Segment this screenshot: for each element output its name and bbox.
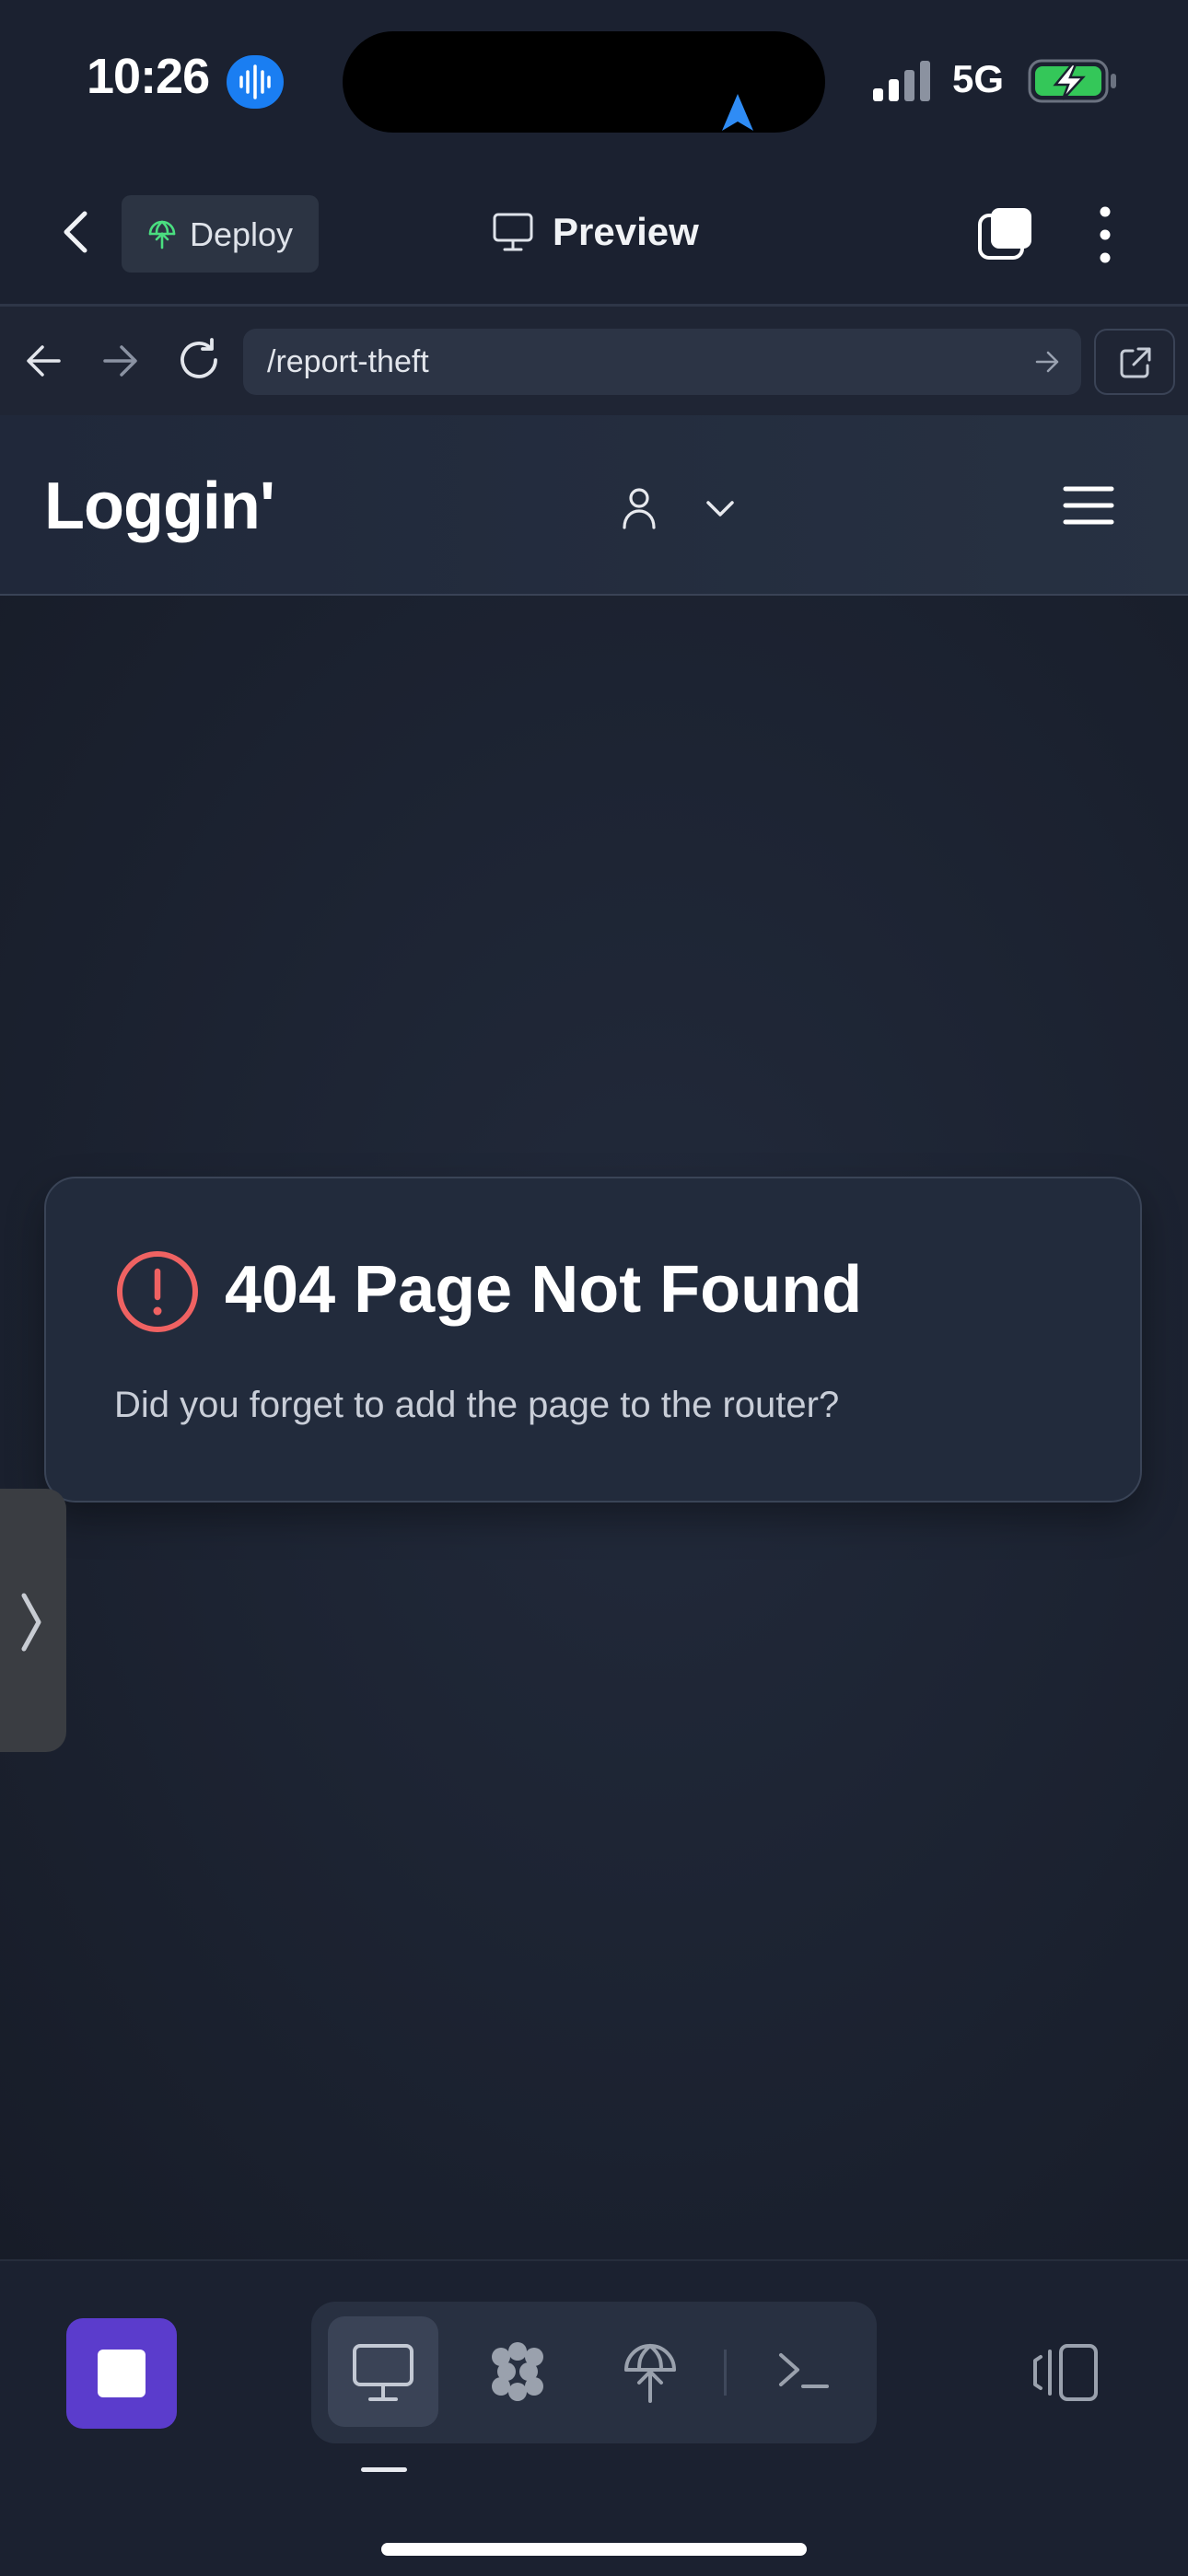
- app-header: Deploy Preview: [0, 157, 1188, 307]
- toolbar-divider: [724, 2350, 727, 2396]
- network-type: 5G: [952, 57, 1005, 100]
- signal-bars-icon: [873, 61, 930, 101]
- site-navbar: Loggin': [0, 415, 1188, 596]
- dots-grid-icon: [492, 2342, 543, 2401]
- alert-circle-icon: [117, 1251, 198, 1332]
- preview-label: Preview: [553, 210, 699, 253]
- status-time: 10:26: [87, 49, 210, 104]
- globe-upload-icon: [148, 220, 176, 249]
- url-bar: /report-theft: [0, 307, 1188, 417]
- arrow-left-icon[interactable]: [22, 340, 66, 382]
- user-icon: [623, 488, 656, 529]
- dots-grid-tool-button[interactable]: [462, 2316, 573, 2427]
- stop-icon: [98, 2350, 146, 2397]
- more-vertical-icon[interactable]: [1087, 203, 1124, 267]
- chevron-right-icon: [21, 1593, 41, 1652]
- user-menu-button[interactable]: [619, 482, 748, 537]
- deploy-label: Deploy: [190, 215, 294, 253]
- battery-charging-icon: [1028, 59, 1116, 103]
- arrow-right-icon[interactable]: [98, 340, 142, 382]
- url-field[interactable]: /report-theft: [243, 329, 1081, 395]
- error-message: Did you forget to add the page to the ro…: [114, 1385, 840, 1425]
- side-panel-handle[interactable]: [0, 1489, 66, 1752]
- external-link-icon: [1120, 347, 1151, 378]
- back-chevron-icon[interactable]: [50, 204, 105, 260]
- audio-recording-icon: [227, 55, 284, 109]
- open-external-button[interactable]: [1094, 329, 1175, 395]
- page-content: 404 Page Not Found Did you forget to add…: [0, 596, 1188, 2259]
- dynamic-island: [343, 31, 825, 133]
- stop-button[interactable]: [66, 2318, 177, 2429]
- hamburger-menu-icon[interactable]: [1063, 483, 1114, 528]
- monitor-icon: [353, 2344, 413, 2401]
- deploy-icon: [624, 2344, 676, 2403]
- view-switcher: [311, 2302, 877, 2443]
- error-card: 404 Page Not Found Did you forget to add…: [44, 1177, 1142, 1503]
- active-tab-indicator: [361, 2467, 407, 2472]
- terminal-tool-button[interactable]: [748, 2316, 858, 2427]
- error-title: 404 Page Not Found: [225, 1253, 863, 1327]
- tabs-icon[interactable]: [976, 204, 1035, 263]
- go-arrow-icon[interactable]: [1033, 349, 1061, 375]
- device-toggle-icon[interactable]: [1030, 2340, 1103, 2405]
- monitor-icon: [493, 213, 533, 251]
- home-indicator: [381, 2543, 807, 2556]
- terminal-icon: [779, 2353, 829, 2388]
- status-bar: 10:26 5G: [0, 0, 1188, 157]
- deploy-button[interactable]: Deploy: [122, 195, 319, 273]
- site-brand[interactable]: Loggin': [44, 469, 275, 544]
- navigation-arrow-icon: [722, 94, 753, 131]
- bottom-toolbar: [0, 2259, 1188, 2576]
- url-path: /report-theft: [267, 344, 429, 379]
- reload-icon[interactable]: [175, 336, 223, 384]
- chevron-down-icon: [706, 501, 734, 516]
- preview-tool-button[interactable]: [328, 2316, 438, 2427]
- deploy-tool-button[interactable]: [595, 2316, 705, 2427]
